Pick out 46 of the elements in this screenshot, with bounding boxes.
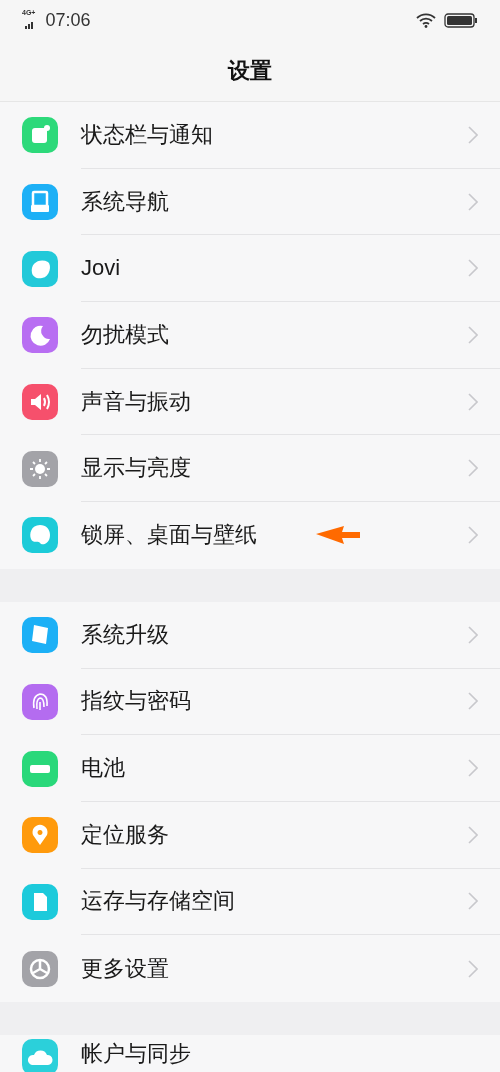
settings-item[interactable]: 锁屏、桌面与壁纸 xyxy=(0,502,500,569)
wifi-icon xyxy=(416,12,436,28)
setting-label: 系统升级 xyxy=(81,623,170,646)
page-title: 设置 xyxy=(228,57,272,85)
chevron-right-icon xyxy=(468,526,478,545)
setting-label: 更多设置 xyxy=(81,957,170,980)
chevron-right-icon xyxy=(468,259,478,278)
setting-label: Jovi xyxy=(81,257,122,280)
setting-label: 指纹与密码 xyxy=(81,690,192,713)
setting-label: 电池 xyxy=(81,757,126,780)
settings-item[interactable]: 指纹与密码 xyxy=(0,668,500,736)
settings-item[interactable]: 系统导航 xyxy=(0,168,500,236)
chevron-right-icon xyxy=(468,892,478,911)
setting-label: 系统导航 xyxy=(81,190,170,213)
chevron-right-icon xyxy=(468,325,478,344)
setting-label: 运存与存储空间 xyxy=(81,890,236,913)
setting-label: 勿扰模式 xyxy=(81,323,170,346)
settings-item[interactable]: Jovi xyxy=(0,235,500,303)
chevron-right-icon xyxy=(468,125,478,144)
settings-item[interactable]: 帐户与同步 xyxy=(0,1034,500,1072)
signal-icon xyxy=(25,19,36,29)
settings-item[interactable]: 运存与存储空间 xyxy=(0,868,500,936)
chevron-right-icon xyxy=(468,959,478,978)
settings-item[interactable]: 状态栏与通知 xyxy=(0,102,500,169)
setting-label: 锁屏、桌面与壁纸 xyxy=(81,524,258,547)
setting-label: 声音与振动 xyxy=(81,390,192,413)
settings-item[interactable]: 电池 xyxy=(0,735,500,802)
chevron-right-icon xyxy=(468,825,478,844)
settings-item[interactable]: 显示与亮度 xyxy=(0,435,500,503)
settings-item[interactable]: 声音与振动 xyxy=(0,368,500,436)
chevron-right-icon xyxy=(468,692,478,711)
setting-label: 定位服务 xyxy=(81,823,170,846)
setting-label: 状态栏与通知 xyxy=(81,123,214,146)
settings-item[interactable]: 勿扰模式 xyxy=(0,302,500,369)
setting-label: 显示与亮度 xyxy=(81,457,192,480)
clock-time: 07:06 xyxy=(45,8,91,32)
battery-icon xyxy=(444,12,478,28)
settings-item[interactable]: 系统升级 xyxy=(0,601,500,669)
settings-item[interactable]: 定位服务 xyxy=(0,801,500,869)
chevron-right-icon xyxy=(468,392,478,411)
chevron-right-icon xyxy=(468,459,478,478)
chevron-right-icon xyxy=(468,625,478,644)
setting-label: 帐户与同步 xyxy=(81,1042,192,1065)
chevron-right-icon xyxy=(468,759,478,778)
settings-item[interactable]: 更多设置 xyxy=(0,935,500,1002)
chevron-right-icon xyxy=(468,192,478,211)
